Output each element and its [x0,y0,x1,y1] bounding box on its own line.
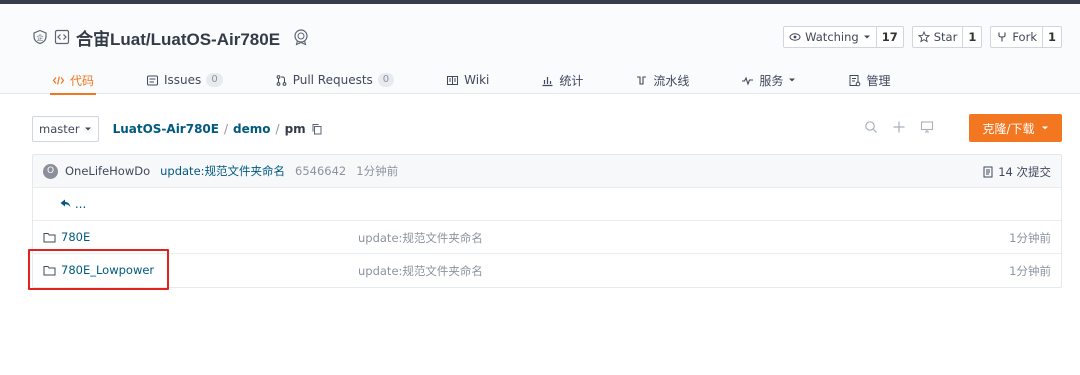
parent-dir-row[interactable]: ... [33,188,1061,221]
watch-button[interactable]: Watching 17 [783,26,904,48]
star-button[interactable]: Star 1 [911,26,983,48]
pipeline-icon [637,75,647,85]
star-label-wrap: Star [913,27,963,47]
settings-doc-icon [849,74,861,86]
svg-text:企: 企 [37,33,44,42]
tab-code[interactable]: 代码 [49,65,97,95]
pull-requests-count-badge: 0 [377,73,395,87]
star-count[interactable]: 1 [962,27,981,47]
parent-dir-label: ... [74,197,87,211]
tab-wiki-label: Wiki [464,73,490,87]
repo-code-icon [54,29,70,45]
file-commit-time: 1分钟前 [1009,264,1051,278]
caret-down-icon [863,35,870,39]
breadcrumb-separator: / [223,122,229,136]
file-commit-message[interactable]: update:规范文件夹命名 [358,263,483,279]
tab-pull-requests-label: Pull Requests [292,73,373,87]
watch-count[interactable]: 17 [875,27,903,47]
tab-pipeline-label: 流水线 [653,73,690,88]
caret-down-icon [84,127,91,131]
folder-icon [43,232,56,242]
tab-services[interactable]: 服务 [741,65,796,95]
branch-name: master [39,122,80,136]
pull-request-icon [276,74,287,86]
star-icon [917,31,930,43]
file-commit-message[interactable]: update:规范文件夹命名 [358,230,483,246]
repo-header: 企 合宙Luat/LuatOS-Air780E Watching 17 Star… [0,4,1080,95]
breadcrumb-current: pm [284,122,306,136]
tab-pull-requests[interactable]: Pull Requests 0 [275,65,395,95]
tab-stats-label: 统计 [559,73,584,88]
repo-title-area: 企 合宙Luat/LuatOS-Air780E [32,24,310,50]
parent-dir-link[interactable]: ... [60,197,86,211]
fork-count[interactable]: 1 [1041,27,1061,47]
eye-icon [789,33,801,41]
caret-down-icon [789,78,796,82]
search-icon[interactable] [864,120,878,137]
commit-sha[interactable]: 6546642 [295,164,346,178]
code-icon [52,75,65,85]
branch-selector[interactable]: master [32,116,99,142]
tab-code-label: 代码 [70,73,95,88]
folder-name: 780E [61,230,91,244]
pulse-icon [742,76,754,86]
commit-message[interactable]: update:规范文件夹命名 [160,163,285,179]
commit-count[interactable]: 14 次提交 [982,164,1051,180]
tab-pipeline[interactable]: 流水线 [635,65,689,95]
avatar[interactable]: O [43,163,58,179]
repo-actions: Watching 17 Star 1 Fork 1 [783,26,1062,48]
tab-manage[interactable]: 管理 [848,65,890,95]
folder-link[interactable]: 780E [43,230,90,244]
tab-manage-label: 管理 [866,73,891,88]
recommend-badge-icon [292,28,310,46]
tab-stats[interactable]: 统计 [541,65,583,95]
tab-issues[interactable]: Issues 0 [146,65,223,95]
tab-wiki[interactable]: Wiki [446,65,489,95]
commit-count-label: 14 次提交 [998,165,1051,179]
clone-download-button[interactable]: 克隆/下载 [969,114,1062,142]
clone-label: 克隆/下载 [982,121,1035,136]
web-ide-icon[interactable] [920,120,934,137]
file-commit-time: 1分钟前 [1009,231,1051,245]
issues-count-badge: 0 [206,73,223,87]
issues-icon [147,75,159,85]
fork-label-wrap: Fork [991,27,1042,47]
commit-list-icon [983,166,993,178]
list-item[interactable]: 780E update:规范文件夹命名 1分钟前 [33,221,1061,254]
tab-services-label: 服务 [759,73,784,88]
watch-label-wrap: Watching [784,27,876,47]
path-bar: master LuatOS-Air780E / demo / pm 克隆/下载 [32,114,1062,142]
repo-name[interactable]: 合宙Luat/LuatOS-Air780E [76,25,280,50]
enterprise-icon: 企 [32,29,48,45]
watch-label: Watching [805,30,859,44]
commit-author[interactable]: OneLifeHowDo [65,164,150,178]
back-arrow-icon [60,199,71,208]
file-tools [864,120,934,137]
wiki-icon [447,75,459,85]
fork-icon [998,32,1006,42]
latest-commit-row: O OneLifeHowDo update:规范文件夹命名 6546642 1分… [33,155,1061,188]
fork-button[interactable]: Fork 1 [990,26,1062,48]
add-file-icon[interactable] [892,120,906,137]
breadcrumb-demo[interactable]: demo [233,122,270,136]
highlight-box [28,249,169,290]
commit-time: 1分钟前 [356,164,399,178]
chart-icon [542,76,553,86]
list-item[interactable]: 780E_Lowpower update:规范文件夹命名 1分钟前 [33,254,1061,287]
repo-tabs: 代码 Issues 0 Pull Requests 0 Wiki 统计 流水线 … [32,65,942,95]
tab-issues-label: Issues [164,73,202,87]
caret-down-icon [1041,126,1048,130]
file-table: O OneLifeHowDo update:规范文件夹命名 6546642 1分… [32,154,1062,288]
breadcrumb-repo[interactable]: LuatOS-Air780E [113,122,219,136]
breadcrumb-separator: / [275,122,280,136]
fork-label: Fork [1012,30,1037,44]
copy-path-icon[interactable] [311,123,323,135]
breadcrumb: LuatOS-Air780E / demo / pm [113,122,323,136]
star-label: Star [933,30,958,44]
